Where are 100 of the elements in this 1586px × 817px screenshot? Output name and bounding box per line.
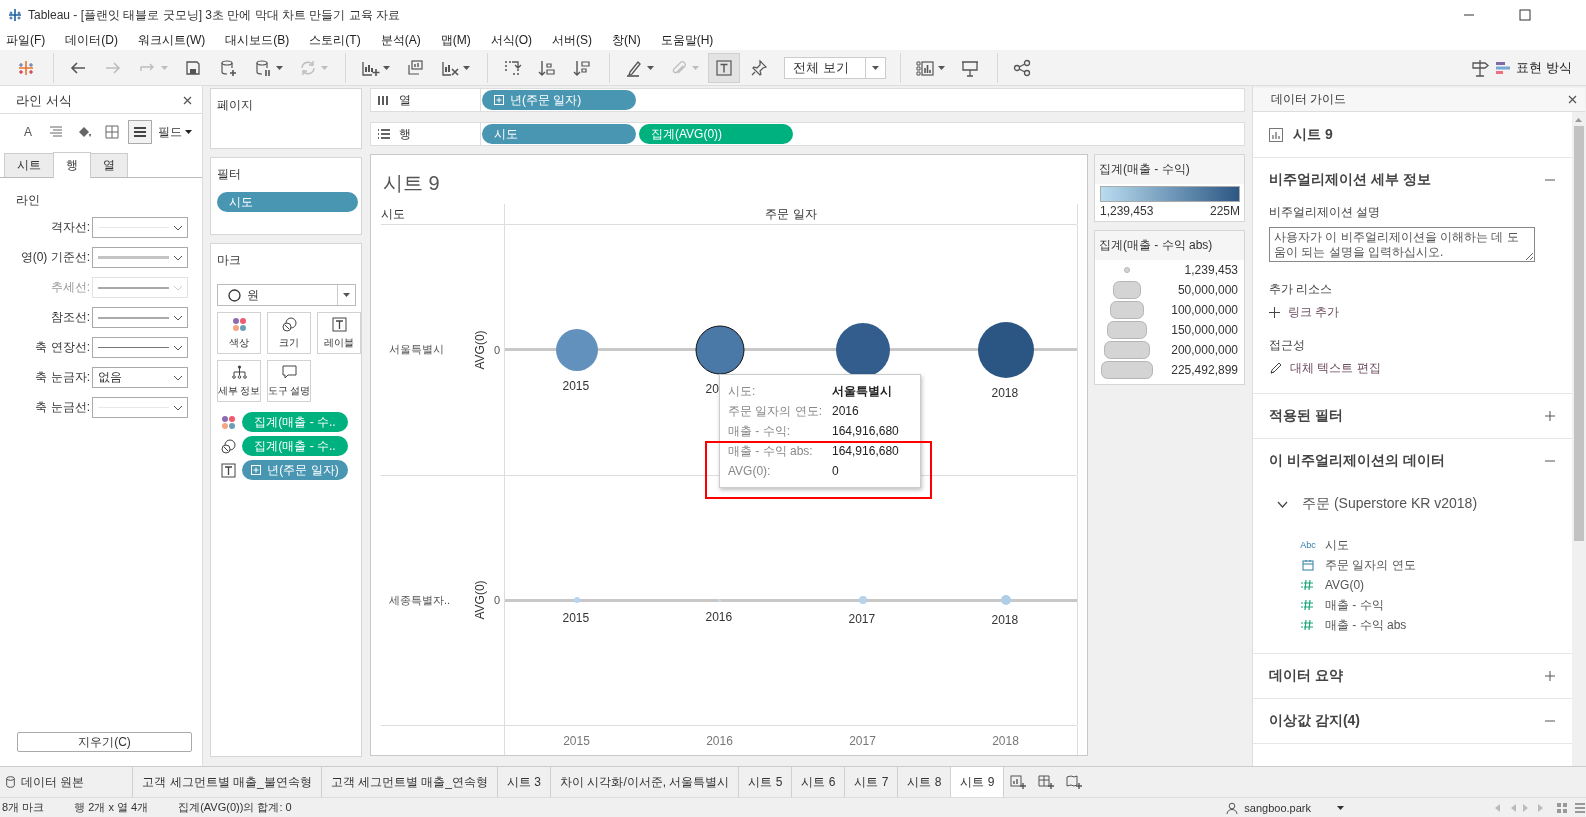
scroll-up-icon[interactable] — [1575, 118, 1582, 122]
new-dashboard-icon[interactable] — [1038, 774, 1055, 790]
new-worksheet-icon[interactable] — [1010, 774, 1027, 790]
mark-property-button[interactable]: 크기 — [267, 312, 311, 354]
line-style-select[interactable] — [92, 307, 188, 328]
mark-property-button[interactable]: 도구 설명 — [267, 360, 311, 402]
sheet-tab[interactable]: 시트 9 — [951, 767, 1005, 797]
menu-item[interactable]: 분석(A) — [380, 31, 429, 49]
legend-title: 집계(매출 - 수익) — [1095, 155, 1244, 184]
menu-item[interactable]: 창(N) — [612, 31, 649, 49]
axis-label: 2016 — [706, 733, 733, 748]
menu-item[interactable]: 데이터(D) — [65, 31, 126, 49]
row-label: 서울특별시 — [388, 342, 445, 358]
size-swatch — [1107, 321, 1147, 339]
mark-property-button[interactable]: 색상 — [217, 312, 261, 354]
menu-item[interactable]: 서버(S) — [552, 31, 600, 49]
database-pause-icon — [253, 57, 273, 78]
menu-item[interactable]: 서식(O) — [490, 31, 540, 49]
axis-label: 2018 — [992, 733, 1019, 748]
list-view-icon[interactable] — [1574, 801, 1586, 814]
sheet-title: 시트 9 — [383, 171, 440, 196]
chevron-down-icon — [173, 224, 183, 231]
field-name: 매출 - 수익 abs — [1325, 616, 1407, 634]
caret-icon — [383, 65, 390, 70]
tooltip-value: 164,916,680 — [832, 444, 899, 458]
line-style-select[interactable] — [92, 247, 188, 268]
sheet-name: 시트 9 — [1293, 125, 1333, 144]
sheet-icon — [1269, 127, 1283, 142]
menu-item[interactable]: 도움말(H) — [660, 31, 722, 49]
line-style-select[interactable] — [92, 217, 188, 238]
format-tool[interactable] — [128, 120, 152, 144]
font-tool[interactable]: A — [16, 120, 40, 144]
field-label: 축 연장선: — [34, 339, 91, 356]
menu-item[interactable]: 맵(M) — [440, 31, 479, 49]
scrollbar-thumb[interactable] — [1573, 126, 1584, 541]
text-label-icon — [331, 316, 347, 332]
legend-value: 225M — [1209, 204, 1240, 218]
chevron-down-icon — [173, 404, 183, 411]
database-icon — [6, 776, 15, 788]
add-link[interactable]: 링크 추가 — [1269, 304, 1556, 321]
view-select[interactable]: 전체 보기 — [784, 56, 886, 79]
show-me-button[interactable]: 표현 방식 — [1490, 55, 1578, 80]
expand-icon[interactable] — [1544, 670, 1556, 682]
section-title: 이상값 감지(4) — [1269, 712, 1360, 730]
size-circles-icon — [221, 438, 236, 454]
line-style-select[interactable] — [92, 337, 188, 358]
status-text: 행 2개 x 열 4개 — [74, 800, 149, 815]
mark-label: 2017 — [848, 611, 876, 628]
data-source-node[interactable]: 주문 (Superstore KR v2018) — [1269, 483, 1556, 525]
hierarchy-icon — [231, 364, 247, 380]
field-menu[interactable]: 필드 — [158, 123, 192, 141]
menu-item[interactable]: 스토리(T) — [309, 31, 369, 49]
line-style-select[interactable] — [92, 397, 188, 418]
edit-alt-text-link[interactable]: 대체 텍스트 편집 — [1269, 360, 1556, 377]
speech-bubble-icon — [281, 364, 297, 380]
row-label: 세종특별자.. — [388, 592, 452, 608]
rows-icon — [377, 127, 391, 141]
description-field[interactable]: 사용자가 이 비주얼리제이션을 이해하는 데 도움이 되는 설명을 입력하십시오. — [1269, 227, 1535, 262]
format-tab[interactable]: 행 — [53, 152, 91, 178]
caret-icon — [161, 65, 168, 70]
columns-icon — [377, 93, 391, 107]
size-circles-icon — [281, 316, 297, 332]
pencil-icon — [1269, 362, 1282, 375]
number-field-icon — [1301, 599, 1315, 611]
menu-item[interactable]: 대시보드(B) — [225, 31, 298, 49]
caret-icon — [1337, 805, 1344, 810]
close-icon[interactable] — [1568, 95, 1577, 104]
signpost-icon[interactable] — [1470, 57, 1491, 78]
mark-property-button[interactable]: 레이블 — [317, 312, 361, 354]
grid-view-icon[interactable] — [1556, 801, 1568, 814]
caret-icon — [463, 65, 470, 70]
mark-label: 20 — [705, 380, 719, 397]
line-style-select[interactable]: 없음 — [92, 367, 188, 388]
format-tab[interactable]: 시트 — [4, 153, 54, 177]
chevron-down-icon — [173, 314, 183, 321]
user-menu[interactable]: sangboo.park — [1226, 801, 1344, 814]
maximize-icon[interactable] — [1519, 9, 1531, 21]
clear-button[interactable]: 지우기(C) — [17, 732, 192, 752]
field-label: 비주얼리제이션 설명 — [1269, 204, 1382, 221]
new-story-icon[interactable] — [1066, 774, 1083, 790]
format-tab[interactable]: 열 — [90, 153, 128, 177]
mark-property-button[interactable]: 세부 정보 — [217, 360, 261, 402]
legend-value: 150,000,000 — [1170, 323, 1238, 337]
circle-mark[interactable] — [976, 320, 1035, 379]
expand-icon[interactable] — [1544, 410, 1556, 422]
text-label-icon — [714, 57, 734, 78]
menu-item[interactable]: 워크시트(W) — [138, 31, 214, 49]
align-lines-icon — [48, 124, 64, 140]
color-dots-icon — [221, 414, 236, 430]
section-title: 데이터 요약 — [1269, 667, 1343, 685]
caret-icon — [343, 293, 350, 297]
field-label: 참조선: — [49, 309, 91, 326]
mark-type-select[interactable]: 원 — [217, 284, 356, 306]
menu-item[interactable]: 파일(F) — [6, 31, 54, 49]
size-swatch — [1124, 267, 1130, 273]
close-icon[interactable] — [183, 96, 192, 105]
type-label: Abc — [1300, 540, 1316, 550]
toolbar-button[interactable] — [708, 52, 740, 83]
pin-icon — [749, 57, 769, 78]
circle-mark[interactable] — [694, 324, 745, 375]
